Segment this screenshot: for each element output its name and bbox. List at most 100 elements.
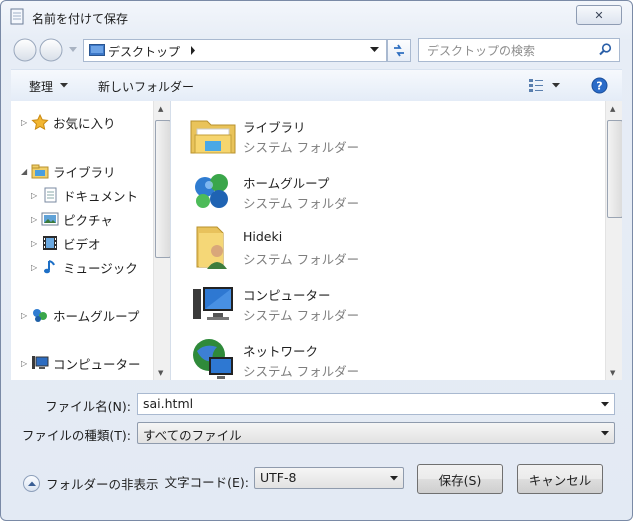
nav-item-videos[interactable]: ▷ ビデオ: [31, 233, 101, 253]
item-type: システム フォルダー: [243, 252, 360, 267]
item-name: ネットワーク: [243, 344, 319, 359]
nav-item-libraries[interactable]: ◢ ライブラリ: [21, 161, 116, 181]
nav-item-favorites[interactable]: ▷ お気に入り: [21, 112, 116, 132]
nav-item-label: ライブラリ: [53, 164, 116, 180]
item-name: ライブラリ: [243, 120, 306, 135]
music-icon: [44, 260, 55, 274]
encoding-label: 文字コード(E):: [164, 475, 249, 490]
nav-item-label: ミュージック: [63, 260, 138, 276]
expand-arrow-icon[interactable]: ▷: [31, 191, 41, 200]
help-icon[interactable]: ?: [591, 77, 608, 94]
library-icon: [31, 164, 49, 179]
user-folder-icon: [196, 226, 227, 269]
library-folder-icon: [190, 120, 236, 154]
save-label: 保存(S): [438, 472, 482, 488]
hide-folders-toggle[interactable]: フォルダーの非表示: [23, 474, 159, 493]
address-bar[interactable]: デスクトップ: [83, 39, 387, 62]
item-name: ホームグループ: [243, 176, 330, 191]
nav-item-label: ドキュメント: [63, 188, 139, 204]
save-button[interactable]: 保存(S): [417, 464, 503, 494]
nav-item-label: ピクチャ: [63, 212, 113, 228]
content-scrollbar[interactable]: ▲ ▼: [605, 101, 622, 380]
encoding-value: UTF-8: [260, 470, 297, 485]
svg-text:?: ?: [596, 80, 602, 93]
filetype-select[interactable]: すべてのファイル: [137, 422, 615, 444]
close-button[interactable]: ✕: [576, 5, 622, 25]
nav-item-computer[interactable]: ▷ コンピューター: [21, 353, 141, 373]
address-dropdown-icon[interactable]: [370, 47, 379, 53]
organize-dropdown-icon[interactable]: [60, 83, 68, 88]
organize-button[interactable]: 整理: [29, 78, 53, 95]
search-input[interactable]: デスクトップの検索: [418, 38, 620, 62]
filetype-value: すべてのファイル: [143, 428, 242, 443]
video-icon: [43, 236, 57, 250]
encoding-select[interactable]: UTF-8: [254, 467, 404, 489]
new-folder-button[interactable]: 新しいフォルダー: [98, 78, 194, 95]
toolbar: 整理 新しいフォルダー ?: [11, 69, 622, 102]
nav-item-pictures[interactable]: ▷ ピクチャ: [31, 209, 113, 229]
window-title: 名前を付けて保存: [32, 12, 129, 26]
expand-arrow-icon[interactable]: ▷: [21, 118, 31, 127]
item-type: システム フォルダー: [243, 364, 360, 379]
computer-icon: [193, 287, 233, 320]
hide-folders-label[interactable]: フォルダーの非表示: [46, 474, 159, 493]
scroll-up-icon[interactable]: ▲: [158, 105, 163, 113]
scroll-up-icon[interactable]: ▲: [610, 105, 615, 113]
refresh-button[interactable]: [387, 39, 411, 62]
history-dropdown-icon[interactable]: [69, 47, 77, 52]
nav-item-label: ホームグループ: [53, 308, 140, 324]
back-button[interactable]: [13, 38, 37, 62]
star-icon: [31, 114, 49, 130]
scroll-down-icon[interactable]: ▼: [610, 369, 615, 377]
refresh-icon: [394, 44, 404, 57]
collapse-arrow-icon[interactable]: ◢: [21, 167, 31, 176]
filetype-dropdown-icon[interactable]: [601, 431, 609, 436]
forward-button[interactable]: [39, 38, 63, 62]
content-scroll-thumb[interactable]: [607, 120, 622, 218]
filename-value[interactable]: sai.html: [143, 396, 193, 411]
expand-arrow-icon[interactable]: ▷: [21, 311, 31, 320]
view-dropdown-icon[interactable]: [552, 83, 560, 88]
computer-icon: [32, 356, 49, 369]
nav-item-label: お気に入り: [53, 115, 116, 131]
nav-item-homegroup[interactable]: ▷ ホームグループ: [21, 305, 139, 325]
nav-item-label: ビデオ: [63, 236, 101, 252]
nav-scroll-thumb[interactable]: [155, 120, 170, 258]
nav-scrollbar[interactable]: ▲ ▼: [153, 101, 170, 380]
network-icon: [193, 339, 233, 379]
collapse-up-icon[interactable]: [23, 475, 40, 492]
picture-icon: [41, 212, 59, 226]
file-list: ライブラリ システム フォルダー ホームグループ システム フォルダー Hide…: [171, 101, 622, 380]
encoding-dropdown-icon[interactable]: [390, 476, 398, 481]
search-icon[interactable]: [599, 43, 612, 56]
breadcrumb-arrow-icon[interactable]: [190, 46, 196, 55]
title-bar: 名前を付けて保存 ✕: [1, 1, 632, 35]
homegroup-icon: [33, 309, 47, 322]
item-type: システム フォルダー: [243, 140, 360, 155]
document-icon: [44, 187, 57, 203]
nav-item-music[interactable]: ▷ ミュージック: [31, 257, 138, 277]
item-name: コンピューター: [243, 288, 331, 303]
expand-arrow-icon[interactable]: ▷: [31, 263, 41, 272]
filename-label: ファイル名(N):: [45, 399, 131, 414]
address-location[interactable]: デスクトップ: [108, 43, 180, 60]
scroll-down-icon[interactable]: ▼: [158, 369, 163, 377]
cancel-label: キャンセル: [528, 472, 592, 488]
expand-arrow-icon[interactable]: ▷: [31, 239, 41, 248]
expand-arrow-icon[interactable]: ▷: [21, 359, 31, 368]
item-name: Hideki: [243, 229, 283, 244]
item-type: システム フォルダー: [243, 196, 360, 211]
search-placeholder: デスクトップの検索: [427, 44, 536, 58]
cancel-button[interactable]: キャンセル: [517, 464, 603, 494]
nav-item-documents[interactable]: ▷ ドキュメント: [31, 185, 138, 205]
item-type: システム フォルダー: [243, 308, 360, 323]
filename-input[interactable]: sai.html: [137, 393, 615, 415]
filename-dropdown-icon[interactable]: [601, 402, 609, 407]
homegroup-icon: [195, 174, 228, 208]
desktop-icon: [89, 44, 105, 56]
filetype-label: ファイルの種類(T):: [21, 428, 131, 443]
save-dialog: 名前を付けて保存 ✕ デスクトップ デスクトップの検索 整理 新しいフォルダー …: [0, 0, 633, 521]
expand-arrow-icon[interactable]: ▷: [31, 215, 41, 224]
nav-item-label: コンピューター: [53, 356, 141, 372]
view-options-icon[interactable]: [528, 78, 544, 93]
